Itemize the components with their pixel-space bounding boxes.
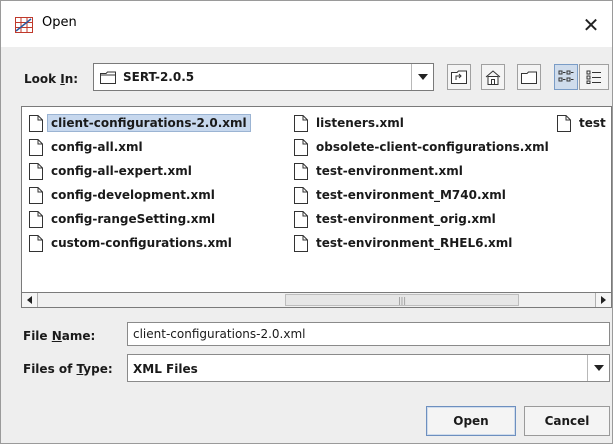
- new-folder-button[interactable]: [517, 64, 541, 90]
- file-name-text: listeners.xml: [316, 116, 404, 130]
- file-name-text: client-configurations-2.0.xml: [47, 114, 251, 132]
- app-grid-icon: [15, 17, 33, 33]
- file-list-item[interactable]: test-environment_orig.xml: [290, 207, 549, 231]
- home-icon: [485, 69, 501, 85]
- file-list-item[interactable]: test-environment.xml: [290, 159, 549, 183]
- file-name-text: test-environment_RHEL6.xml: [316, 236, 513, 250]
- new-folder-icon: [521, 71, 537, 84]
- look-in-label: Look In:: [24, 72, 79, 86]
- title-bar: Open ✕: [1, 1, 612, 47]
- document-icon: [294, 234, 308, 252]
- cancel-button[interactable]: Cancel: [524, 406, 610, 436]
- scrollbar-thumb[interactable]: |||: [285, 294, 519, 306]
- file-name-text: test: [579, 116, 606, 130]
- file-list-item[interactable]: config-all.xml: [25, 135, 251, 159]
- file-list-item[interactable]: test: [553, 111, 606, 135]
- document-icon: [29, 138, 43, 156]
- file-name-text: config-rangeSetting.xml: [51, 212, 216, 226]
- document-icon: [294, 186, 308, 204]
- document-icon: [294, 162, 308, 180]
- files-of-type-value: XML Files: [133, 362, 198, 376]
- look-in-dropdown-arrow[interactable]: [411, 64, 433, 90]
- open-dialog: Open ✕ Look In: SERT-2.0.5 client-config…: [0, 0, 613, 444]
- open-button-label: Open: [453, 414, 489, 428]
- file-list-item[interactable]: config-development.xml: [25, 183, 251, 207]
- look-in-value: SERT-2.0.5: [123, 70, 195, 84]
- details-view-button[interactable]: [579, 64, 609, 90]
- document-icon: [29, 186, 43, 204]
- document-icon: [29, 114, 43, 132]
- list-view-icon: [558, 70, 574, 82]
- up-folder-icon: [451, 70, 467, 84]
- file-name-text: config-all-expert.xml: [51, 164, 192, 178]
- document-icon: [29, 210, 43, 228]
- file-name-text: config-all.xml: [51, 140, 143, 154]
- file-name-text: config-development.xml: [51, 188, 215, 202]
- file-name-text: obsolete-client-configurations.xml: [316, 140, 549, 154]
- file-name-label: File Name:: [23, 329, 96, 343]
- file-name-text: custom-configurations.xml: [51, 236, 232, 250]
- scroll-left-button[interactable]: [22, 293, 38, 307]
- home-button[interactable]: [481, 64, 505, 90]
- file-list-item[interactable]: config-rangeSetting.xml: [25, 207, 251, 231]
- file-name-text: test-environment_M740.xml: [316, 188, 506, 202]
- file-list-item[interactable]: custom-configurations.xml: [25, 231, 251, 255]
- file-list-item[interactable]: config-all-expert.xml: [25, 159, 251, 183]
- horizontal-scrollbar[interactable]: |||: [21, 292, 612, 308]
- document-icon: [29, 162, 43, 180]
- file-list[interactable]: client-configurations-2.0.xml config-all.…: [21, 106, 612, 308]
- files-of-type-dropdown-arrow[interactable]: [587, 355, 609, 381]
- details-view-icon: [586, 70, 601, 84]
- document-icon: [29, 234, 43, 252]
- file-list-item[interactable]: test-environment_M740.xml: [290, 183, 549, 207]
- document-icon: [294, 210, 308, 228]
- file-name-text: test-environment_orig.xml: [316, 212, 496, 226]
- scroll-right-button[interactable]: [595, 293, 611, 307]
- file-list-item[interactable]: listeners.xml: [290, 111, 549, 135]
- grip-icon: |||: [397, 295, 407, 305]
- document-icon: [557, 114, 571, 132]
- chevron-left-icon: [27, 296, 32, 304]
- file-list-column-2: listeners.xml obsolete-client-configurati…: [290, 111, 549, 255]
- document-icon: [294, 114, 308, 132]
- document-icon: [294, 138, 308, 156]
- chevron-down-icon: [417, 74, 428, 80]
- list-view-button[interactable]: [554, 64, 578, 90]
- file-name-text: test-environment.xml: [316, 164, 463, 178]
- file-list-column-3: test: [553, 111, 606, 135]
- file-list-item[interactable]: client-configurations-2.0.xml: [25, 111, 251, 135]
- window-title: Open: [42, 15, 77, 30]
- chevron-down-icon: [593, 365, 604, 371]
- file-list-column-1: client-configurations-2.0.xml config-all.…: [25, 111, 251, 255]
- files-of-type-combobox[interactable]: XML Files: [127, 354, 610, 382]
- cancel-button-label: Cancel: [544, 414, 590, 428]
- close-button[interactable]: ✕: [577, 11, 605, 39]
- look-in-combobox[interactable]: SERT-2.0.5: [93, 63, 434, 91]
- chevron-right-icon: [601, 296, 606, 304]
- file-name-input[interactable]: [127, 322, 610, 346]
- close-icon: ✕: [582, 13, 600, 37]
- file-list-item[interactable]: test-environment_RHEL6.xml: [290, 231, 549, 255]
- up-folder-button[interactable]: [447, 64, 471, 90]
- folder-icon: [100, 71, 116, 84]
- files-of-type-label: Files of Type:: [23, 362, 113, 376]
- open-button[interactable]: Open: [426, 406, 516, 436]
- file-list-item[interactable]: obsolete-client-configurations.xml: [290, 135, 549, 159]
